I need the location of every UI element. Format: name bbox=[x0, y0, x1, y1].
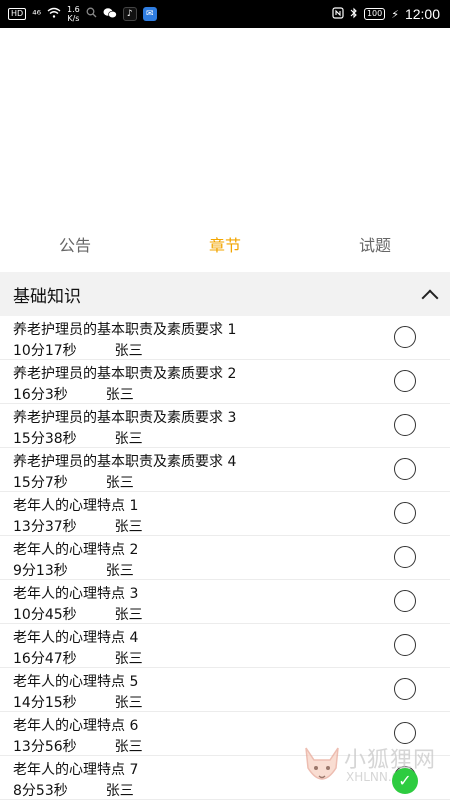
item-title: 养老护理员的基本职责及素质要求 2 bbox=[13, 366, 237, 382]
item-duration: 13分37秒 bbox=[13, 519, 77, 535]
item-author: 张三 bbox=[105, 783, 134, 799]
speed-unit: K/s bbox=[67, 14, 80, 23]
list-item[interactable]: 老年人的心理特点 2 9分13秒 张三 bbox=[0, 536, 450, 580]
item-title: 老年人的心理特点 4 bbox=[13, 630, 139, 646]
item-duration: 13分56秒 bbox=[13, 739, 77, 755]
item-title: 养老护理员的基本职责及素质要求 1 bbox=[13, 322, 237, 338]
item-meta: 10分17秒 张三 bbox=[13, 340, 143, 360]
tab-chapters[interactable]: 章节 bbox=[150, 226, 300, 266]
item-meta: 16分47秒 张三 bbox=[13, 648, 143, 668]
item-author: 张三 bbox=[114, 651, 143, 667]
item-duration: 16分47秒 bbox=[13, 651, 77, 667]
item-meta: 15分7秒 张三 bbox=[13, 472, 134, 492]
item-duration: 14分15秒 bbox=[13, 695, 77, 711]
list-item[interactable]: 老年人的心理特点 5 14分15秒 张三 bbox=[0, 668, 450, 712]
item-duration: 16分3秒 bbox=[13, 387, 68, 403]
item-duration: 15分38秒 bbox=[13, 431, 77, 447]
item-meta: 9分13秒 张三 bbox=[13, 560, 134, 580]
list-item[interactable]: 养老护理员的基本职责及素质要求 2 16分3秒 张三 bbox=[0, 360, 450, 404]
item-meta: 8分53秒 张三 bbox=[13, 780, 134, 800]
charging-icon: ⚡ bbox=[391, 7, 399, 21]
item-title: 老年人的心理特点 1 bbox=[13, 498, 139, 514]
fox-logo-icon bbox=[305, 747, 339, 780]
wechat-icon bbox=[103, 7, 117, 22]
item-author: 张三 bbox=[114, 607, 143, 623]
nfc-icon bbox=[332, 6, 344, 22]
tab-exercises[interactable]: 试题 bbox=[300, 226, 450, 266]
item-title: 老年人的心理特点 5 bbox=[13, 674, 139, 690]
select-radio[interactable] bbox=[394, 370, 416, 392]
item-author: 张三 bbox=[105, 475, 134, 491]
tiktok-icon: ♪ bbox=[122, 7, 137, 21]
battery-icon: 100 bbox=[363, 8, 386, 20]
tab-announcement[interactable]: 公告 bbox=[0, 226, 150, 266]
item-author: 张三 bbox=[114, 695, 143, 711]
status-left: HD ⁴⁶ 1.6 K/s ♪ ✉ bbox=[8, 5, 157, 23]
item-author: 张三 bbox=[105, 387, 134, 403]
bluetooth-icon bbox=[350, 7, 358, 22]
section-title: 基础知识 bbox=[13, 286, 81, 307]
signal-icon: ⁴⁶ bbox=[32, 7, 42, 21]
list-item[interactable]: 养老护理员的基本职责及素质要求 3 15分38秒 张三 bbox=[0, 404, 450, 448]
select-radio[interactable] bbox=[394, 458, 416, 480]
item-title: 老年人的心理特点 7 bbox=[13, 762, 139, 778]
item-duration: 15分7秒 bbox=[13, 475, 68, 491]
item-duration: 9分13秒 bbox=[13, 563, 68, 579]
select-radio[interactable] bbox=[394, 590, 416, 612]
item-duration: 10分17秒 bbox=[13, 343, 77, 359]
wifi-icon bbox=[47, 7, 61, 21]
check-icon: ✓ bbox=[392, 768, 418, 794]
tab-bar: 公告 章节 试题 bbox=[0, 226, 450, 266]
list-item[interactable]: 老年人的心理特点 3 10分45秒 张三 bbox=[0, 580, 450, 624]
item-duration: 8分53秒 bbox=[13, 783, 68, 799]
item-title: 养老护理员的基本职责及素质要求 3 bbox=[13, 410, 237, 426]
chapter-list: 养老护理员的基本职责及素质要求 1 10分17秒 张三 养老护理员的基本职责及素质要求… bbox=[0, 316, 450, 800]
select-radio[interactable] bbox=[394, 634, 416, 656]
list-item[interactable]: 老年人的心理特点 1 13分37秒 张三 bbox=[0, 492, 450, 536]
select-radio[interactable] bbox=[394, 414, 416, 436]
section-header[interactable]: 基础知识 bbox=[0, 272, 450, 316]
item-meta: 15分38秒 张三 bbox=[13, 428, 143, 448]
item-meta: 14分15秒 张三 bbox=[13, 692, 143, 712]
search-icon bbox=[86, 7, 97, 21]
item-title: 老年人的心理特点 2 bbox=[13, 542, 139, 558]
list-item[interactable]: 老年人的心理特点 4 16分47秒 张三 bbox=[0, 624, 450, 668]
select-radio[interactable] bbox=[394, 502, 416, 524]
app-notification-icon: ✉ bbox=[142, 7, 157, 21]
item-author: 张三 bbox=[114, 739, 143, 755]
status-right: 100 ⚡ 12:00 bbox=[332, 6, 440, 22]
item-meta: 13分37秒 张三 bbox=[13, 516, 143, 536]
select-radio[interactable] bbox=[394, 326, 416, 348]
list-item[interactable]: 养老护理员的基本职责及素质要求 4 15分7秒 张三 bbox=[0, 448, 450, 492]
item-duration: 10分45秒 bbox=[13, 607, 77, 623]
clock: 12:00 bbox=[404, 6, 440, 22]
item-author: 张三 bbox=[114, 519, 143, 535]
chevron-up-icon[interactable] bbox=[422, 287, 436, 301]
item-title: 养老护理员的基本职责及素质要求 4 bbox=[13, 454, 237, 470]
status-bar: HD ⁴⁶ 1.6 K/s ♪ ✉ 100 ⚡ 12:00 bbox=[0, 0, 450, 28]
item-author: 张三 bbox=[114, 343, 143, 359]
watermark: 小狐狸网 XHLNN.CN bbox=[294, 738, 444, 794]
select-radio[interactable] bbox=[394, 546, 416, 568]
list-item[interactable]: 养老护理员的基本职责及素质要求 1 10分17秒 张三 bbox=[0, 316, 450, 360]
item-author: 张三 bbox=[114, 431, 143, 447]
speed-value: 1.6 bbox=[67, 5, 80, 14]
select-radio[interactable] bbox=[394, 678, 416, 700]
item-title: 老年人的心理特点 3 bbox=[13, 586, 139, 602]
item-meta: 16分3秒 张三 bbox=[13, 384, 134, 404]
item-author: 张三 bbox=[105, 563, 134, 579]
item-meta: 10分45秒 张三 bbox=[13, 604, 143, 624]
item-title: 老年人的心理特点 6 bbox=[13, 718, 139, 734]
hd-badge: HD bbox=[8, 8, 27, 20]
network-speed: 1.6 K/s bbox=[67, 5, 80, 23]
item-meta: 13分56秒 张三 bbox=[13, 736, 143, 756]
